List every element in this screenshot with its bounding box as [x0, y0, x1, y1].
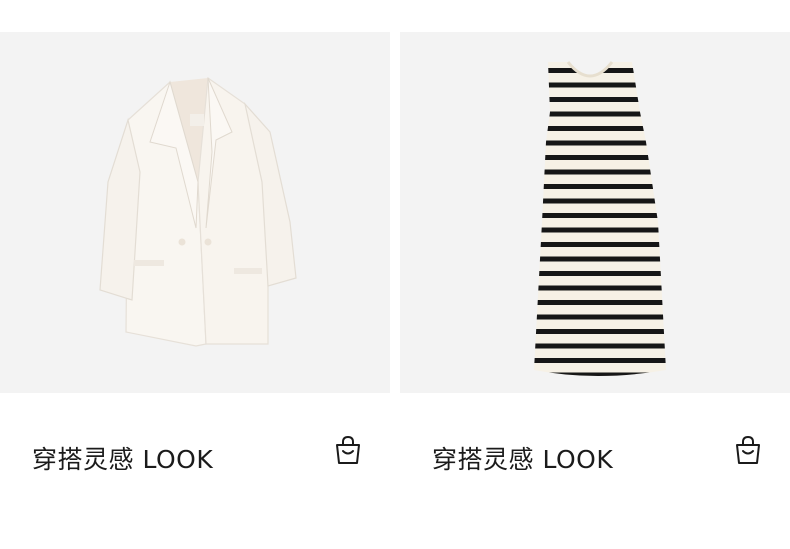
- dress-stripe: [534, 82, 666, 88]
- product-image-striped-dress[interactable]: [400, 32, 790, 393]
- product-caption-row: 穿搭灵感 LOOK: [0, 428, 390, 488]
- dress-stripe: [534, 198, 666, 204]
- dress-stripe: [534, 184, 666, 189]
- product-caption-row: 穿搭灵感 LOOK: [400, 428, 790, 488]
- dress-stripe: [534, 300, 666, 305]
- dress-stripe: [534, 271, 666, 276]
- dress-stripe: [534, 358, 666, 363]
- dress-stripe: [534, 126, 666, 131]
- dress-stripe: [534, 111, 666, 117]
- product-caption: 穿搭灵感 LOOK: [432, 445, 614, 474]
- dress-stripe: [534, 213, 666, 218]
- product-caption: 穿搭灵感 LOOK: [32, 445, 214, 474]
- dress-stripe: [534, 227, 666, 233]
- dress-stripe: [534, 329, 666, 334]
- product-image-white-blazer[interactable]: [0, 32, 390, 393]
- dress-stripe: [534, 314, 666, 320]
- shopping-bag-icon[interactable]: [732, 434, 764, 466]
- dress-stripe: [534, 343, 666, 349]
- dress-stripe: [534, 242, 666, 247]
- dress-stripe: [534, 97, 666, 102]
- product-card[interactable]: 穿搭灵感 LOOK: [400, 32, 790, 474]
- dress-stripe: [534, 155, 666, 160]
- dress-stripe: [534, 372, 666, 376]
- dress-stripe: [534, 140, 666, 146]
- product-card[interactable]: 穿搭灵感 LOOK: [0, 32, 390, 474]
- dress-stripe: [534, 169, 666, 175]
- dress-stripe: [534, 256, 666, 262]
- dress-stripe: [534, 285, 666, 291]
- shopping-bag-icon[interactable]: [332, 434, 364, 466]
